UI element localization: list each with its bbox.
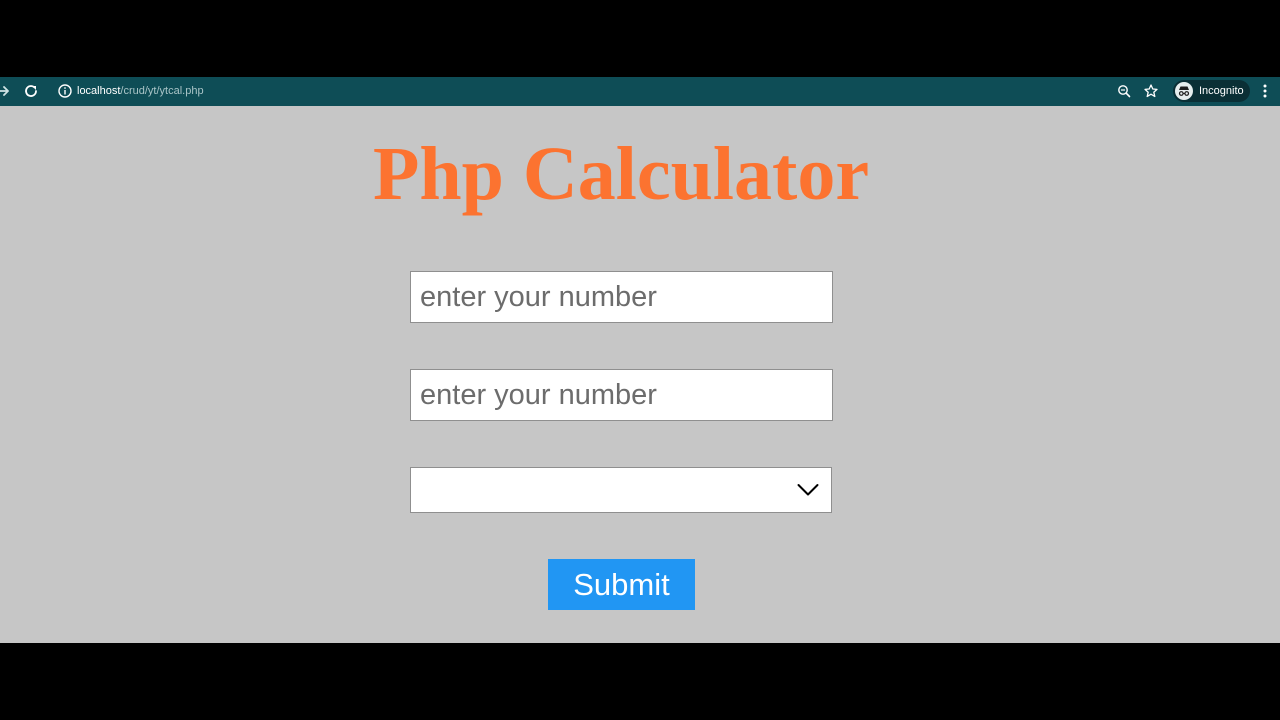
incognito-indicator[interactable]: Incognito [1173, 80, 1250, 102]
chevron-down-icon [797, 483, 819, 497]
zoom-icon[interactable] [1116, 83, 1132, 99]
star-icon[interactable] [1143, 83, 1159, 99]
submit-button[interactable]: Submit [548, 559, 695, 610]
screen-frame: localhost/crud/yt/ytcal.php Incognito Ph… [0, 0, 1280, 720]
address-bar[interactable]: localhost/crud/yt/ytcal.php [50, 80, 1160, 102]
second-number-input[interactable] [410, 369, 833, 421]
kebab-menu-icon[interactable] [1259, 83, 1271, 99]
url-host: localhost [77, 85, 121, 97]
browser-toolbar: localhost/crud/yt/ytcal.php Incognito [0, 77, 1280, 106]
first-number-input[interactable] [410, 271, 833, 323]
operation-select[interactable] [410, 467, 832, 513]
info-icon[interactable] [57, 83, 73, 99]
incognito-label: Incognito [1199, 85, 1244, 97]
page-title: Php Calculator [372, 132, 870, 216]
forward-arrow-icon[interactable] [0, 82, 12, 100]
url-path: /crud/yt/ytcal.php [120, 85, 204, 97]
incognito-icon [1175, 82, 1193, 100]
reload-icon[interactable] [22, 82, 40, 100]
page-content: Php Calculator Submit [0, 106, 1280, 643]
url-text: localhost/crud/yt/ytcal.php [77, 83, 204, 99]
